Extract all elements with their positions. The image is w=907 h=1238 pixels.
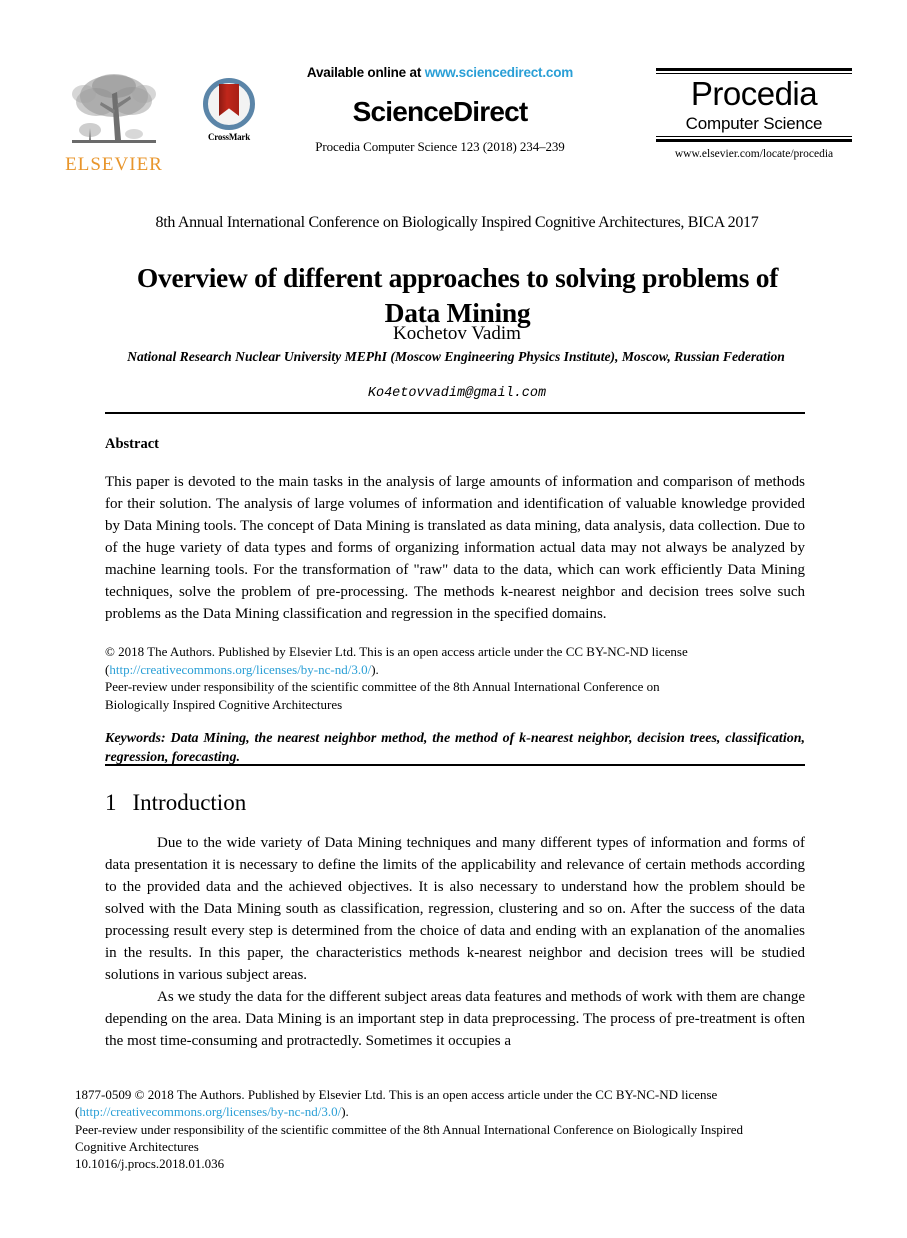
copyright-line: © 2018 The Authors. Published by Elsevie…	[105, 644, 688, 660]
footer-license-link-line: (http://creativecommons.org/licenses/by-…	[75, 1103, 815, 1120]
peer-review-line-2: Biologically Inspired Cognitive Architec…	[105, 696, 343, 712]
section-number: 1	[105, 790, 117, 815]
license-paren-close: ).	[371, 661, 379, 677]
abstract-license-block: © 2018 The Authors. Published by Elsevie…	[105, 643, 805, 713]
footer-license-link[interactable]: http://creativecommons.org/licenses/by-n…	[79, 1104, 341, 1119]
crossmark-badge-icon	[203, 78, 255, 130]
conference-line: 8th Annual International Conference on B…	[155, 214, 759, 231]
elsevier-logo: ELSEVIER	[62, 70, 166, 174]
crossmark-ribbon-icon	[219, 84, 239, 116]
footer-paren-close: ).	[341, 1104, 349, 1120]
peer-review-line-1: Peer-review under responsibility of the …	[105, 679, 660, 695]
paragraph-1: Due to the wide variety of Data Mining t…	[105, 835, 805, 984]
page-footer: 1877-0509 © 2018 The Authors. Published …	[75, 1086, 815, 1172]
procedia-logo-box: Procedia Computer Science	[656, 68, 852, 142]
procedia-subtitle: Computer Science	[685, 114, 823, 133]
journal-center-block: Available online at www.sciencedirect.co…	[260, 65, 620, 155]
footer-issn-copyright: 1877-0509 © 2018 The Authors. Published …	[75, 1087, 718, 1102]
section-title: Introduction	[132, 790, 247, 815]
masthead: ELSEVIER CrossMark Available online at w…	[62, 65, 852, 201]
crossmark-logo[interactable]: CrossMark	[194, 78, 264, 142]
footer-doi: 10.1016/j.procs.2018.01.036	[75, 1156, 225, 1172]
author-affiliation: National Research Nuclear University MEP…	[127, 349, 785, 364]
paragraph-2: As we study the data for the different s…	[105, 989, 805, 1050]
abstract-top-divider	[105, 412, 805, 414]
procedia-url-link[interactable]: www.elsevier.com/locate/procedia	[656, 148, 852, 160]
footer-peer-review-line-2: Cognitive Architectures	[75, 1138, 199, 1154]
abstract-heading: Abstract	[105, 436, 159, 452]
elsevier-wordmark: ELSEVIER	[65, 154, 163, 175]
abstract-body: This paper is devoted to the main tasks …	[105, 474, 805, 623]
procedia-title: Procedia	[690, 75, 818, 112]
available-online-line: Available online at www.sciencedirect.co…	[260, 65, 620, 81]
footer-peer-review-line-1: Peer-review under responsibility of the …	[75, 1121, 743, 1137]
section-body: Due to the wide variety of Data Mining t…	[105, 832, 805, 1052]
license-link[interactable]: http://creativecommons.org/licenses/by-n…	[109, 662, 371, 677]
procedia-logo: Procedia Computer Science www.elsevier.c…	[656, 68, 852, 160]
sciencedirect-url-link[interactable]: www.sciencedirect.com	[425, 65, 574, 80]
keywords-line: Keywords: Data Mining, the nearest neigh…	[105, 730, 805, 765]
paper-page: ELSEVIER CrossMark Available online at w…	[0, 0, 907, 1238]
available-online-prefix: Available online at	[306, 65, 425, 80]
crossmark-label: CrossMark	[207, 132, 251, 142]
elsevier-tree-icon	[68, 70, 160, 154]
abstract-section: Abstract This paper is devoted to the ma…	[105, 436, 805, 767]
license-link-line: (http://creativecommons.org/licenses/by-…	[105, 661, 805, 679]
sciencedirect-logo: ScienceDirect	[352, 95, 529, 127]
author-name: Kochetov Vadim	[393, 323, 521, 344]
journal-reference: Procedia Computer Science 123 (2018) 234…	[315, 138, 565, 154]
section-heading-introduction: 1 Introduction	[105, 790, 246, 816]
page-title: Overview of different approaches to solv…	[136, 262, 779, 329]
author-email[interactable]: Ko4etovvadim@gmail.com	[62, 386, 852, 401]
